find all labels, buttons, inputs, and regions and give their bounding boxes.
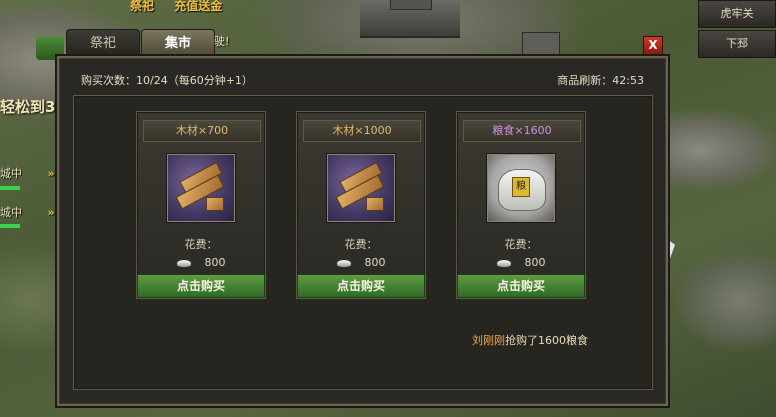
top-link-sacrifice[interactable]: 祭祀 [130,0,154,13]
tab-sacrifice[interactable]: 祭祀 [66,29,140,58]
location-button-hulaoguan[interactable]: 虎牢关 [698,0,776,28]
left-list-item[interactable]: 城中 » 1 [0,165,65,181]
item-price: 800 [297,256,425,269]
market-item-card: 木材×700 花费： 800 点击购买 [136,111,266,299]
cost-label: 花费： [504,238,538,251]
top-link-recharge[interactable]: 充值送金 [174,0,222,13]
location-button-xiapi[interactable]: 下邳 [698,30,776,58]
item-name: 木材×700 [143,120,261,142]
progress-bar [0,224,20,228]
item-price: 800 [457,256,585,269]
market-panel: 购买次数：10/24（每60分钟+1） 商品刷新：42:53 木材×700 花费… [57,56,668,406]
market-item-card: 粮食×1600 粮 花费： 800 点击购买 [456,111,586,299]
notice-text: 抢购了1600粮食 [505,334,588,347]
wood-planks-icon [167,154,235,222]
item-price: 800 [137,256,265,269]
tower-building[interactable] [522,32,560,56]
close-button[interactable]: X [643,36,663,55]
item-name: 木材×1000 [303,120,421,142]
buy-button[interactable]: 点击购买 [137,274,265,298]
silver-icon [336,259,351,267]
purchase-notice: 刘刚刚抢购了1600粮食 [472,332,588,348]
market-item-card: 木材×1000 花费： 800 点击购买 [296,111,426,299]
double-arrow-icon: » [47,167,55,180]
fortress-building[interactable] [360,0,460,38]
left-list-item[interactable]: 城中 » 1 [0,204,65,220]
top-links: 祭祀 充值送金 [130,0,238,14]
buy-count-text: 购买次数：10/24（每60分钟+1） [81,74,253,87]
buy-button[interactable]: 点击购买 [297,274,425,298]
notice-player[interactable]: 刘刚刚 [472,334,505,347]
item-name: 粮食×1600 [463,120,581,142]
cost-label: 花费： [344,238,378,251]
wood-planks-icon [327,154,395,222]
buy-button[interactable]: 点击购买 [457,274,585,298]
tab-market[interactable]: 集市 [141,29,215,58]
cost-label: 花费： [184,238,218,251]
double-arrow-icon: » [47,206,55,219]
progress-bar [0,186,20,190]
grain-sack-icon: 粮 [487,154,555,222]
silver-icon [176,259,191,267]
refresh-timer: 商品刷新：42:53 [557,74,644,87]
silver-icon [496,259,511,267]
tab-hint-text: 驶! [214,35,230,48]
